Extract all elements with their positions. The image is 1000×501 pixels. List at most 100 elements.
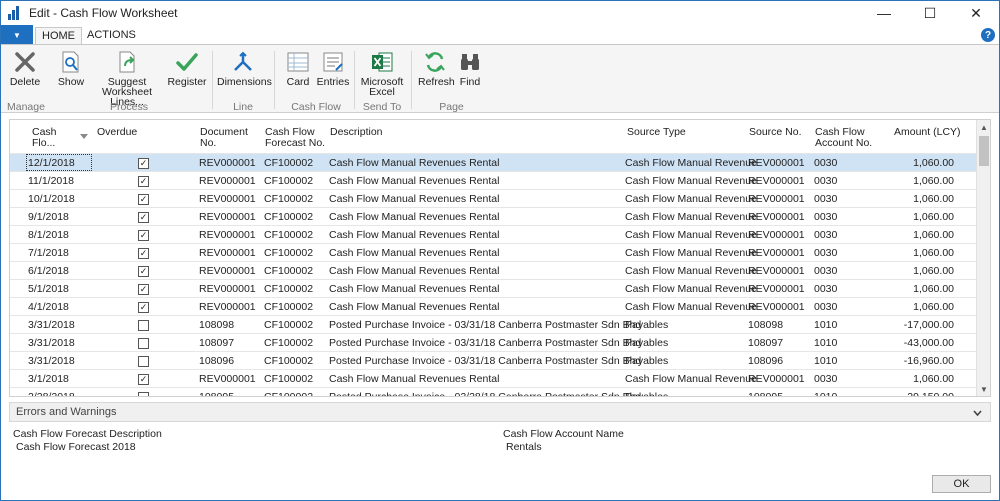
source-no-cell[interactable]: 108097 — [748, 337, 783, 349]
overdue-checkbox[interactable]: ✓ — [138, 176, 149, 187]
table-row[interactable]: 3/31/2018 108097 CF100002 Posted Purchase I… — [10, 333, 976, 351]
overdue-checkbox[interactable]: ✓ — [138, 212, 149, 223]
description-cell[interactable]: Posted Purchase Invoice - 03/31/18 Canbe… — [329, 319, 641, 331]
overdue-checkbox[interactable]: ✓ — [138, 374, 149, 385]
header-source-type[interactable]: Source Type — [627, 127, 686, 138]
amount-cell[interactable]: 1,060.00 — [913, 211, 954, 223]
table-row[interactable]: 3/1/2018 REV000001 CF100002 Cash Flow Manua… — [10, 369, 976, 387]
account-no-cell[interactable]: 0030 — [814, 301, 837, 313]
source-type-cell[interactable]: Payables — [625, 337, 668, 349]
ok-button[interactable]: OK — [932, 475, 991, 493]
close-button[interactable]: ✕ — [953, 1, 999, 25]
amount-cell[interactable]: -17,000.00 — [904, 319, 954, 331]
forecast-no-cell[interactable]: CF100002 — [264, 301, 313, 313]
help-icon[interactable]: ? — [981, 28, 995, 42]
source-no-cell[interactable]: REV000001 — [748, 265, 805, 277]
cash-flow-date-cell[interactable]: 6/1/2018 — [28, 265, 69, 277]
header-forecast-no[interactable]: Cash Flow Forecast No. — [265, 127, 325, 149]
forecast-no-cell[interactable]: CF100002 — [264, 391, 313, 396]
overdue-checkbox[interactable] — [138, 320, 149, 331]
amount-cell[interactable]: 1,060.00 — [913, 301, 954, 313]
forecast-no-cell[interactable]: CF100002 — [264, 373, 313, 385]
source-no-cell[interactable]: 108098 — [748, 319, 783, 331]
header-source-no[interactable]: Source No. — [749, 127, 802, 138]
description-cell[interactable]: Cash Flow Manual Revenues Rental — [329, 265, 499, 277]
document-no-cell[interactable]: REV000001 — [199, 193, 256, 205]
account-no-cell[interactable]: 0030 — [814, 229, 837, 241]
overdue-checkbox[interactable]: ✓ — [138, 248, 149, 259]
source-type-cell[interactable]: Cash Flow Manual Revenue — [625, 373, 757, 385]
delete-button[interactable]: Delete — [7, 49, 43, 87]
overdue-checkbox[interactable] — [138, 392, 149, 396]
overdue-checkbox[interactable]: ✓ — [138, 284, 149, 295]
entries-button[interactable]: Entries — [316, 49, 350, 87]
overdue-checkbox[interactable]: ✓ — [138, 266, 149, 277]
cash-flow-date-cell[interactable]: 3/31/2018 — [28, 337, 75, 349]
table-row[interactable]: 2/28/2018 108095 CF100002 Posted Purchase I… — [10, 387, 976, 396]
amount-cell[interactable]: 1,060.00 — [913, 193, 954, 205]
cash-flow-date-cell[interactable]: 3/31/2018 — [28, 319, 75, 331]
source-no-cell[interactable]: REV000001 — [748, 373, 805, 385]
find-button[interactable]: Find — [455, 49, 485, 87]
description-cell[interactable]: Cash Flow Manual Revenues Rental — [329, 175, 499, 187]
description-cell[interactable]: Posted Purchase Invoice - 03/31/18 Canbe… — [329, 355, 641, 367]
header-document-no[interactable]: Document No. — [200, 127, 248, 149]
source-type-cell[interactable]: Cash Flow Manual Revenue — [625, 175, 757, 187]
source-type-cell[interactable]: Cash Flow Manual Revenue — [625, 301, 757, 313]
source-type-cell[interactable]: Payables — [625, 355, 668, 367]
amount-cell[interactable]: 1,060.00 — [913, 157, 954, 169]
vertical-scrollbar[interactable]: ▲ ▼ — [976, 120, 990, 396]
forecast-no-cell[interactable]: CF100002 — [264, 247, 313, 259]
document-no-cell[interactable]: REV000001 — [199, 301, 256, 313]
amount-cell[interactable]: 1,060.00 — [913, 229, 954, 241]
description-cell[interactable]: Cash Flow Manual Revenues Rental — [329, 373, 499, 385]
header-cash-flow-date[interactable]: Cash Flo... — [32, 127, 57, 149]
header-description[interactable]: Description — [330, 127, 383, 138]
description-cell[interactable]: Posted Purchase Invoice - 03/31/18 Canbe… — [329, 337, 641, 349]
suggest-worksheet-lines-button[interactable]: Suggest Worksheet Lines... — [89, 49, 165, 107]
source-no-cell[interactable]: REV000001 — [748, 193, 805, 205]
description-cell[interactable]: Cash Flow Manual Revenues Rental — [329, 157, 499, 169]
amount-cell[interactable]: 1,060.00 — [913, 175, 954, 187]
header-overdue[interactable]: Overdue — [97, 127, 137, 138]
account-no-cell[interactable]: 1010 — [814, 391, 837, 396]
tab-home[interactable]: HOME — [35, 27, 82, 45]
cash-flow-date-cell[interactable]: 10/1/2018 — [28, 193, 75, 205]
document-no-cell[interactable]: REV000001 — [199, 247, 256, 259]
source-type-cell[interactable]: Cash Flow Manual Revenue — [625, 265, 757, 277]
forecast-no-cell[interactable]: CF100002 — [264, 355, 313, 367]
document-no-cell[interactable]: REV000001 — [199, 283, 256, 295]
forecast-no-cell[interactable]: CF100002 — [264, 229, 313, 241]
document-no-cell[interactable]: REV000001 — [199, 175, 256, 187]
forecast-no-cell[interactable]: CF100002 — [264, 265, 313, 277]
forecast-no-cell[interactable]: CF100002 — [264, 211, 313, 223]
table-row[interactable]: 12/1/2018 REV000001 CF100002 Cash Flow Manu… — [10, 153, 976, 171]
description-cell[interactable]: Cash Flow Manual Revenues Rental — [329, 283, 499, 295]
table-row[interactable]: 3/31/2018 108098 CF100002 Posted Purchase I… — [10, 315, 976, 333]
document-no-cell[interactable]: REV000001 — [199, 157, 256, 169]
cash-flow-date-cell[interactable]: 2/28/2018 — [28, 391, 75, 396]
errors-and-warnings-panel[interactable]: Errors and Warnings — [9, 402, 991, 422]
dimensions-button[interactable]: Dimensions — [217, 49, 272, 87]
overdue-checkbox[interactable]: ✓ — [138, 302, 149, 313]
account-no-cell[interactable]: 1010 — [814, 355, 837, 367]
document-no-cell[interactable]: 108097 — [199, 337, 234, 349]
source-no-cell[interactable]: 108096 — [748, 355, 783, 367]
scroll-down-icon[interactable]: ▼ — [977, 382, 990, 396]
account-no-cell[interactable]: 0030 — [814, 265, 837, 277]
cash-flow-date-cell[interactable]: 3/1/2018 — [28, 373, 69, 385]
description-cell[interactable]: Posted Purchase Invoice - 02/28/18 Canbe… — [329, 391, 641, 396]
forecast-no-cell[interactable]: CF100002 — [264, 337, 313, 349]
account-no-cell[interactable]: 1010 — [814, 337, 837, 349]
table-row[interactable]: 4/1/2018 REV000001 CF100002 Cash Flow Manua… — [10, 297, 976, 315]
document-no-cell[interactable]: 108095 — [199, 391, 234, 396]
table-row[interactable]: 6/1/2018 REV000001 CF100002 Cash Flow Manua… — [10, 261, 976, 279]
source-no-cell[interactable]: REV000001 — [748, 175, 805, 187]
source-no-cell[interactable]: REV000001 — [748, 247, 805, 259]
register-button[interactable]: Register — [167, 49, 207, 87]
table-row[interactable]: 5/1/2018 REV000001 CF100002 Cash Flow Manua… — [10, 279, 976, 297]
document-no-cell[interactable]: 108096 — [199, 355, 234, 367]
source-type-cell[interactable]: Cash Flow Manual Revenue — [625, 193, 757, 205]
source-type-cell[interactable]: Payables — [625, 319, 668, 331]
overdue-checkbox[interactable]: ✓ — [138, 158, 149, 169]
